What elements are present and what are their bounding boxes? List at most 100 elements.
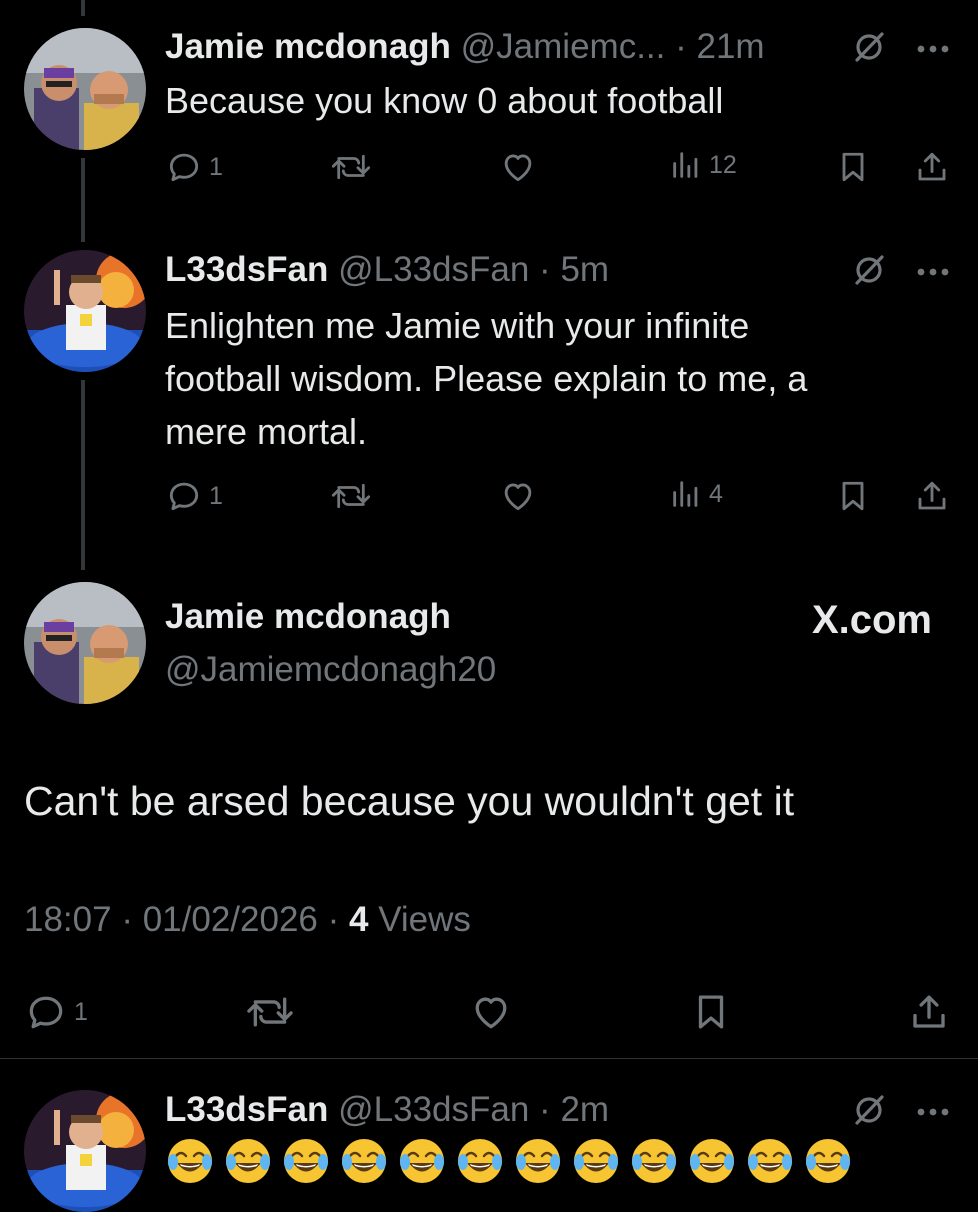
action-bar: 1 12 [165, 148, 950, 188]
views-icon [673, 152, 698, 178]
post-top-icons [852, 253, 950, 292]
like-icon [475, 997, 507, 1029]
reply-icon [29, 996, 63, 1029]
like-button[interactable] [499, 477, 537, 515]
author-handle[interactable]: @L33dsFan [338, 1090, 529, 1129]
post-top-icons [852, 30, 950, 69]
grok-icon[interactable] [852, 30, 886, 69]
retweet-button[interactable] [246, 990, 294, 1034]
post-top-icons [852, 1093, 950, 1132]
post-date[interactable]: 01/02/2026 [143, 900, 318, 939]
site-watermark: X.com [811, 598, 932, 642]
post-time[interactable]: 5m [560, 250, 609, 289]
laughing-emoji-icon [745, 1136, 795, 1186]
like-button[interactable] [468, 990, 514, 1034]
bookmark-button[interactable] [690, 990, 732, 1034]
laughing-emoji-icon [281, 1136, 331, 1186]
post-text: Enlighten me Jamie with your infinite fo… [165, 299, 945, 458]
reply-header: Jamie mcdonagh @Jamiemc... · 21m [165, 27, 765, 67]
retweet-icon [331, 483, 371, 509]
reply-button[interactable]: 1 [165, 148, 223, 186]
views-count: 4 [348, 900, 369, 939]
post-timestamp[interactable]: 18:07 [24, 900, 112, 939]
bookmark-icon [698, 995, 724, 1029]
bookmark-button[interactable] [835, 148, 871, 186]
views-label: Views [378, 900, 471, 939]
more-icon[interactable] [916, 41, 950, 59]
main-author-name[interactable]: Jamie mcdonagh [165, 597, 451, 637]
post-text-line: Enlighten me Jamie with your infinite [165, 305, 750, 346]
views-count: 4 [709, 479, 723, 508]
bookmark-icon [842, 481, 864, 511]
retweet-icon [331, 154, 371, 180]
like-icon [504, 154, 532, 182]
laughing-emoji-icon [571, 1136, 621, 1186]
post-text-line: football wisdom. Please explain to me, a [165, 358, 808, 399]
author-name[interactable]: L33dsFan [165, 1090, 328, 1129]
grok-icon[interactable] [852, 253, 886, 292]
bookmark-button[interactable] [835, 477, 871, 515]
avatar[interactable] [24, 582, 146, 704]
share-icon [918, 152, 946, 181]
share-icon [913, 995, 945, 1028]
post-time[interactable]: 2m [560, 1090, 609, 1129]
views-count: 12 [709, 150, 737, 179]
main-post-text: Can't be arsed because you wouldn't get … [24, 778, 795, 824]
views-button[interactable]: 4 [669, 477, 723, 511]
share-button[interactable] [908, 990, 950, 1034]
share-button[interactable] [914, 148, 950, 186]
main-author-handle[interactable]: @Jamiemcdonagh20 [165, 650, 496, 690]
laughing-emoji-row [165, 1136, 853, 1186]
separator-dot: · [529, 250, 561, 289]
reply-button[interactable]: 1 [24, 990, 88, 1034]
post-text: Because you know 0 about football [165, 80, 724, 121]
laughing-emoji-icon [339, 1136, 389, 1186]
laughing-emoji-icon [223, 1136, 273, 1186]
share-button[interactable] [914, 477, 950, 515]
reply-icon [169, 482, 199, 511]
more-icon[interactable] [916, 264, 950, 282]
reply-header: L33dsFan @L33dsFan · 2m [165, 1090, 609, 1130]
retweet-button[interactable] [331, 148, 371, 186]
laughing-emoji-icon [513, 1136, 563, 1186]
grok-icon[interactable] [852, 1093, 886, 1132]
laughing-emoji-icon [629, 1136, 679, 1186]
laughing-emoji-icon [687, 1136, 737, 1186]
views-icon [673, 481, 698, 507]
thread-line-top [81, 0, 85, 16]
author-name[interactable]: L33dsFan [165, 250, 328, 289]
retweet-button[interactable] [331, 477, 371, 515]
author-handle[interactable]: @Jamiemc... [461, 27, 666, 66]
action-bar: 1 4 [165, 477, 950, 517]
separator-dot: · [529, 1090, 561, 1129]
views-button[interactable]: 12 [669, 148, 737, 182]
share-icon [918, 481, 946, 510]
laughing-emoji-icon [397, 1136, 447, 1186]
post-time[interactable]: 21m [697, 27, 765, 66]
post-text-line: mere mortal. [165, 411, 368, 452]
bookmark-icon [842, 152, 864, 182]
divider [0, 1058, 978, 1059]
reply-header: L33dsFan @L33dsFan · 5m [165, 250, 609, 290]
like-icon [504, 483, 532, 511]
author-handle[interactable]: @L33dsFan [338, 250, 529, 289]
author-name[interactable]: Jamie mcdonagh [165, 27, 451, 66]
avatar[interactable] [24, 1090, 146, 1212]
more-icon[interactable] [916, 1104, 950, 1122]
reply-count: 1 [209, 152, 223, 181]
like-button[interactable] [499, 148, 537, 186]
thread-line-2 [81, 380, 85, 570]
avatar[interactable] [24, 28, 146, 150]
reply-count: 1 [209, 481, 223, 510]
retweet-icon [247, 997, 293, 1027]
separator-dot: · [665, 27, 697, 66]
laughing-emoji-icon [455, 1136, 505, 1186]
laughing-emoji-icon [165, 1136, 215, 1186]
reply-icon [169, 153, 199, 182]
main-action-bar: 1 [24, 990, 950, 1034]
laughing-emoji-icon [803, 1136, 853, 1186]
reply-button[interactable]: 1 [165, 477, 223, 515]
avatar[interactable] [24, 250, 146, 372]
reply-count: 1 [74, 997, 88, 1026]
thread-line-1 [81, 158, 85, 242]
